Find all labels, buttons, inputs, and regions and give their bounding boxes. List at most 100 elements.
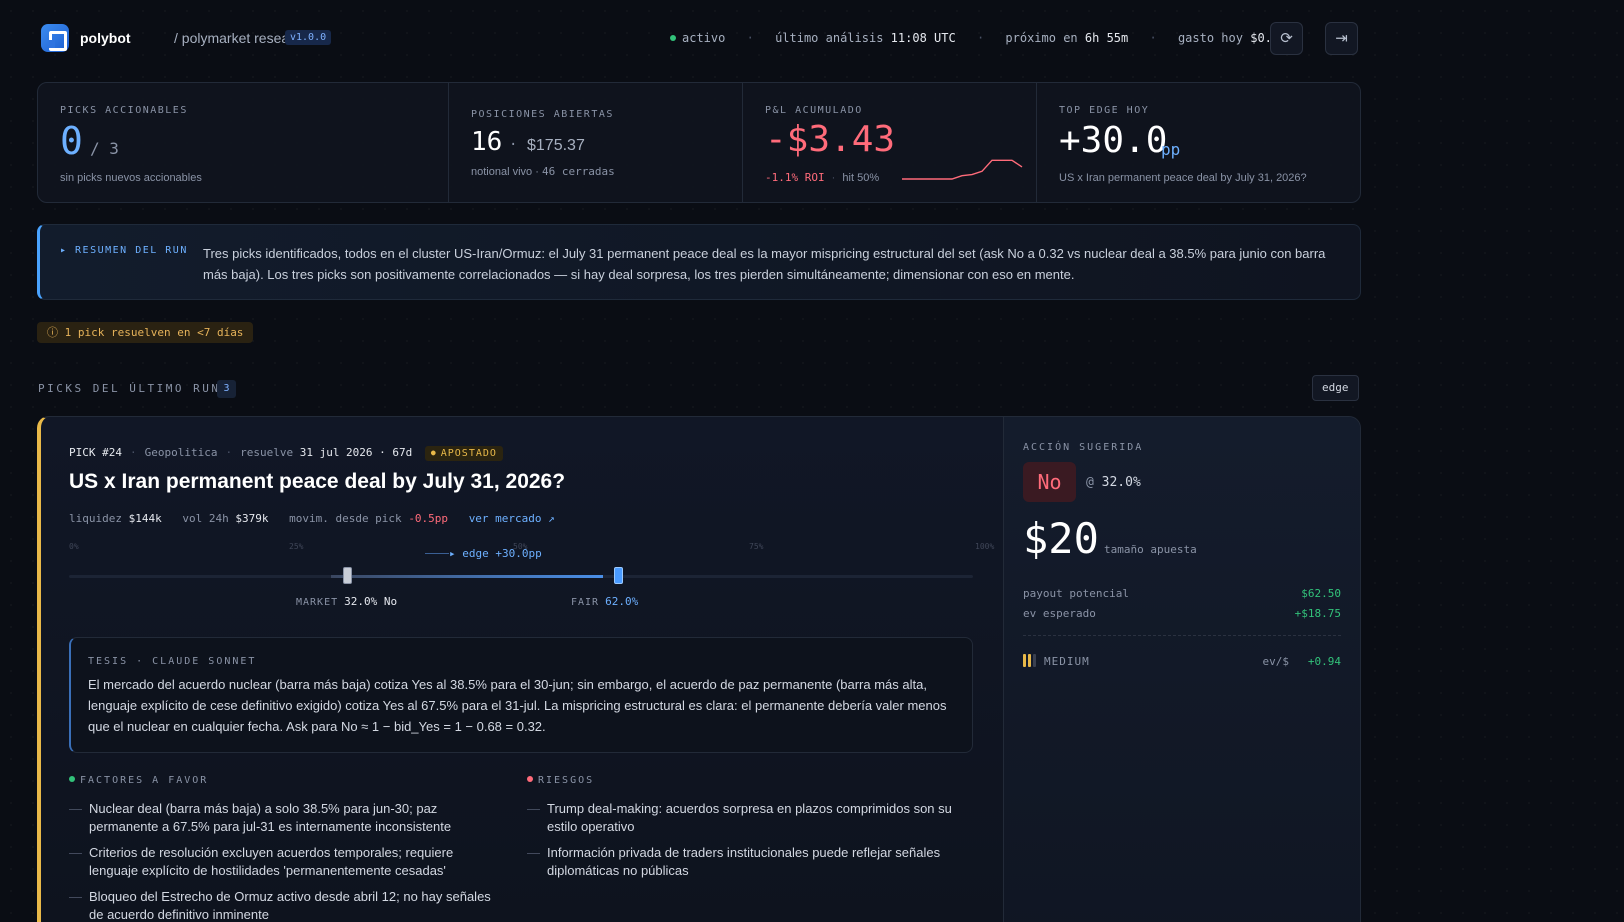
alert-text: 1 pick resuelven en <7 días <box>64 326 244 339</box>
market-label-text: MARKET <box>296 597 339 608</box>
liquidity-label: liquidez <box>69 512 122 525</box>
section-title: PICKS DEL ÚLTIMO RUN <box>38 382 221 395</box>
ev-label: ev esperado <box>1023 607 1096 620</box>
picks-note: sin picks nuevos accionables <box>60 172 202 184</box>
divider <box>1023 635 1341 636</box>
pros-label: FACTORES A FAVOR <box>80 775 209 786</box>
action-label: ACCIÓN SUGERIDA <box>1023 442 1144 453</box>
summary-label: ▸ RESUMEN DEL RUN <box>60 245 188 256</box>
positions-sep: · <box>509 137 518 153</box>
scale-tick: 75% <box>749 542 764 551</box>
stat-top-edge: TOP EDGE HOY +30.0 pp US x Iran permanen… <box>1037 83 1360 202</box>
stats-panel: PICKS ACCIONABLES 0 / 3 sin picks nuevos… <box>37 82 1361 203</box>
scale-tick: 0% <box>69 542 79 551</box>
volume-value: $379k <box>235 512 269 525</box>
pick-title: US x Iran permanent peace deal by July 3… <box>69 470 566 493</box>
fair-value: 62.0% <box>605 595 639 608</box>
risks-dot-icon <box>527 776 533 782</box>
stat-label: PICKS ACCIONABLES <box>60 105 188 116</box>
pick-meta: PICK #24 · Geopolitica · resuelve 31 jul 202… <box>69 446 503 461</box>
pnl-note: -1.1% ROI · hit 50% <box>765 171 879 184</box>
move-label: movim. desde pick <box>289 512 402 525</box>
edge-range <box>331 575 603 578</box>
stat-actionable-picks: PICKS ACCIONABLES 0 / 3 sin picks nuevos… <box>38 83 449 202</box>
app-header: polybot / polymarket research v1.0.0 act… <box>38 22 1358 56</box>
top-edge-unit: pp <box>1161 140 1181 159</box>
pro-item: Bloqueo del Estrecho de Ormuz activo des… <box>69 888 499 922</box>
picks-count: 0 <box>60 119 83 163</box>
last-analysis-label: último análisis <box>775 31 884 45</box>
pnl-sparkline <box>902 159 1023 180</box>
market-marker <box>343 567 352 584</box>
confidence-bar <box>1033 654 1036 667</box>
risk-item: Información privada de traders instituci… <box>527 844 967 880</box>
next-run-label: próximo en <box>1005 31 1078 45</box>
section-count-badge: 3 <box>217 380 236 398</box>
payout-row: payout potencial $62.50 <box>1023 587 1341 600</box>
fair-label-text: FAIR <box>571 597 600 608</box>
polybot-logo-icon <box>41 24 69 52</box>
market-value: 32.0% No <box>344 595 398 608</box>
logout-button[interactable]: ⇥ <box>1325 22 1358 55</box>
positions-note: notional vivo · 46 cerradas <box>471 165 615 178</box>
bet-amount-label: tamaño apuesta <box>1104 543 1197 556</box>
payout-label: payout potencial <box>1023 587 1129 600</box>
edge-label: ▸ edge +30.0pp <box>425 547 542 560</box>
bet-amount: $20 <box>1023 514 1099 563</box>
thesis-label: TESIS · CLAUDE SONNET <box>88 656 257 667</box>
view-market-link[interactable]: ver mercado ↗ <box>469 512 555 525</box>
resolves-date: 31 jul 2026 · 67d <box>299 446 413 459</box>
stat-pnl: P&L ACUMULADO -$3.43 -1.1% ROI · hit 50% <box>743 83 1037 202</box>
version-badge: v1.0.0 <box>285 30 332 45</box>
picks-total: / 3 <box>90 139 119 158</box>
refresh-button[interactable]: ⟳ <box>1270 22 1303 55</box>
risks-title: RIESGOS <box>527 775 594 786</box>
top-edge-value: +30.0 <box>1059 120 1168 161</box>
thesis-text: El mercado del acuerdo nuclear (barra má… <box>88 677 947 734</box>
sort-edge-button[interactable]: edge <box>1312 375 1359 401</box>
scale-tick: 25% <box>289 542 304 551</box>
pnl-sep: · <box>831 172 836 184</box>
pick-category: Geopolitica <box>144 446 218 459</box>
volume-label: vol 24h <box>182 512 229 525</box>
scale-tick: 100% <box>975 542 995 551</box>
next-run-value: 6h 55m <box>1084 31 1129 45</box>
note-sep: · <box>535 166 539 178</box>
status-bar: activo · último análisis 11:08 UTC · pró… <box>670 31 1294 45</box>
alert-circle-icon: ⓘ <box>47 326 58 339</box>
stat-label: P&L ACUMULADO <box>765 105 863 116</box>
summary-text: Tres picks identificados, todos en el cl… <box>203 246 1326 282</box>
status-text: activo <box>682 31 726 45</box>
roi-value: -1.1% ROI <box>765 171 825 184</box>
run-summary: ▸ RESUMEN DEL RUN Tres picks identificad… <box>37 224 1361 300</box>
sparkline-path <box>902 159 1023 180</box>
pick-market-stats: liquidez $144k vol 24h $379k movim. desd… <box>69 512 555 525</box>
pick-card: PICK #24 · Geopolitica · resuelve 31 jul 202… <box>37 416 1361 922</box>
resolves-label: resuelve <box>240 446 294 459</box>
confidence-indicator: MEDIUM <box>1023 654 1090 670</box>
fair-marker <box>614 567 623 584</box>
stat-label: TOP EDGE HOY <box>1059 105 1150 116</box>
pick-id: PICK #24 <box>69 446 122 459</box>
top-edge-market: US x Iran permanent peace deal by July 3… <box>1059 172 1307 184</box>
ev-per-dollar-label: ev/$ <box>1262 655 1290 668</box>
suggested-action-panel: ACCIÓN SUGERIDA No @ 32.0% $20 tamaño ap… <box>1003 417 1360 922</box>
confidence-value: MEDIUM <box>1044 655 1090 668</box>
price-value: 32.0% <box>1101 475 1141 490</box>
pros-dot-icon <box>69 776 75 782</box>
move-value: -0.5pp <box>408 512 449 525</box>
brand-name: polybot <box>80 30 131 46</box>
risk-item: Trump deal-making: acuerdos sorpresa en … <box>527 800 967 836</box>
pnl-value: -$3.43 <box>765 119 896 160</box>
closed-count: 46 cerradas <box>541 165 615 178</box>
status-dot-icon <box>670 35 676 41</box>
confidence-bars-icon <box>1023 654 1038 670</box>
market-label: MARKET 32.0% No <box>296 595 397 608</box>
risks-label: RIESGOS <box>538 775 595 786</box>
positions-count: 16 <box>471 127 503 157</box>
at-sign: @ <box>1086 475 1094 490</box>
ev-row: ev esperado +$18.75 <box>1023 607 1341 620</box>
hit-rate: hit 50% <box>842 172 880 184</box>
status-badge: APOSTADO <box>424 446 503 461</box>
positions-amount: $175.37 <box>527 137 585 154</box>
